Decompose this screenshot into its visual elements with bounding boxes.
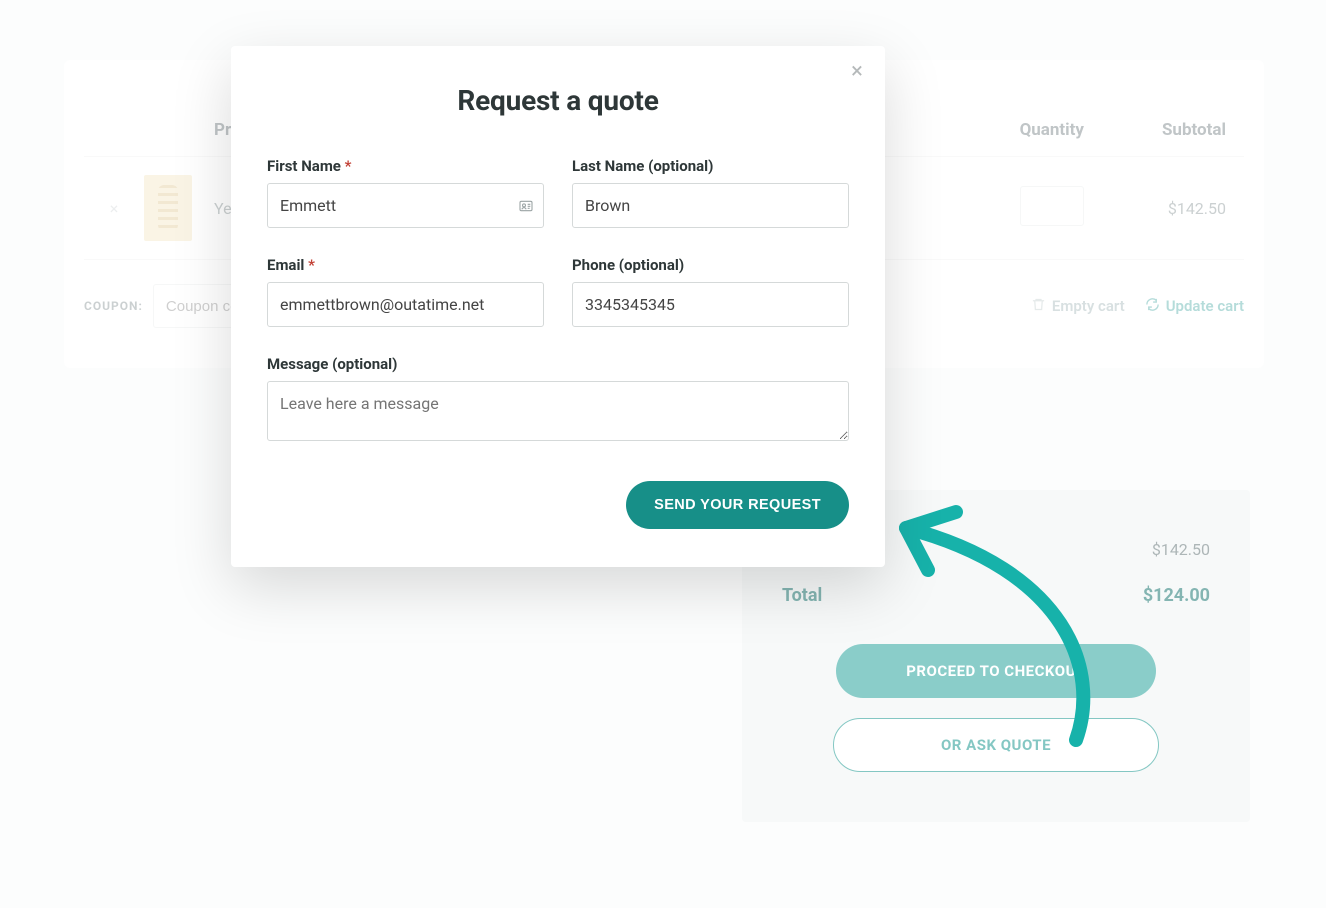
empty-cart-button[interactable]: Empty cart <box>1031 297 1125 316</box>
message-textarea[interactable] <box>267 381 849 441</box>
email-field-wrapper: Email * <box>267 256 544 327</box>
trash-icon <box>1031 297 1046 316</box>
ask-quote-button[interactable]: OR ASK QUOTE <box>833 718 1159 772</box>
phone-input[interactable] <box>572 282 849 327</box>
send-request-button[interactable]: SEND YOUR REQUEST <box>626 481 849 529</box>
quantity-stepper[interactable] <box>1020 186 1084 226</box>
coupon-label: COUPON: <box>84 299 143 313</box>
update-cart-button[interactable]: Update cart <box>1145 297 1244 316</box>
email-input[interactable] <box>267 282 544 327</box>
modal-title: Request a quote <box>267 84 849 117</box>
first-name-field-wrapper: First Name * <box>267 157 544 228</box>
first-name-input[interactable] <box>267 183 544 228</box>
product-thumbnail[interactable] <box>144 175 192 241</box>
col-header-subtotal: Subtotal <box>1084 120 1244 140</box>
update-cart-label: Update cart <box>1166 297 1244 315</box>
first-name-label: First Name * <box>267 157 544 175</box>
last-name-label: Last Name (optional) <box>572 157 849 175</box>
remove-item-icon[interactable]: × <box>110 199 119 218</box>
empty-cart-label: Empty cart <box>1052 297 1125 315</box>
refresh-icon <box>1145 297 1160 316</box>
total-value: $124.00 <box>1143 585 1210 606</box>
message-label: Message (optional) <box>267 355 849 373</box>
contact-card-icon <box>518 198 534 214</box>
message-field-wrapper: Message (optional) <box>267 355 849 445</box>
request-quote-modal: × Request a quote First Name * Last Name… <box>231 46 885 567</box>
row-subtotal: $142.50 <box>1084 199 1244 218</box>
subtotal-value: $142.50 <box>1152 540 1210 559</box>
last-name-field-wrapper: Last Name (optional) <box>572 157 849 228</box>
total-label: Total <box>782 585 822 606</box>
phone-field-wrapper: Phone (optional) <box>572 256 849 327</box>
phone-label: Phone (optional) <box>572 256 849 274</box>
checkout-button[interactable]: PROCEED TO CHECKOUT <box>836 644 1156 698</box>
email-label: Email * <box>267 256 544 274</box>
last-name-input[interactable] <box>572 183 849 228</box>
close-icon[interactable]: × <box>845 60 869 84</box>
